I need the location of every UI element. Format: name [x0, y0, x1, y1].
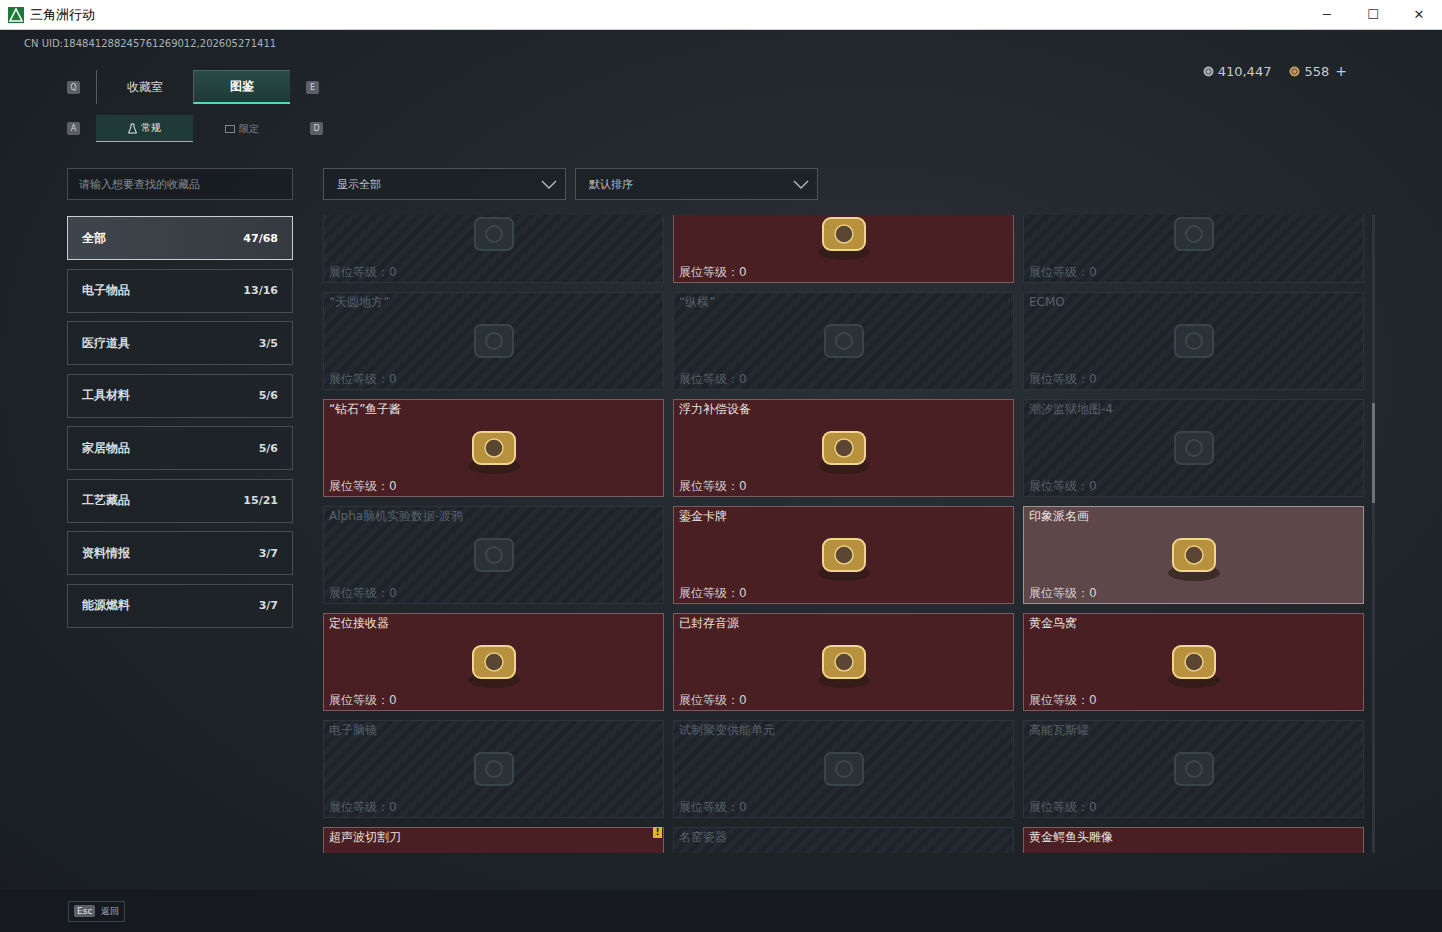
- key-hint: Q: [67, 81, 80, 94]
- item-icon: [459, 311, 529, 371]
- item-icon: [1159, 311, 1229, 371]
- filter-dropdown[interactable]: 显示全部: [323, 168, 566, 200]
- coin-icon: [1289, 66, 1300, 77]
- window-control-button[interactable]: ✕: [1396, 7, 1442, 22]
- collection-card[interactable]: 展位等级：0: [673, 215, 1014, 283]
- collection-card[interactable]: 超声波切割刀 !: [323, 827, 664, 853]
- item-icon: [1159, 632, 1229, 692]
- collection-card[interactable]: “钻石”鱼子酱 展位等级：0: [323, 399, 664, 497]
- sub-tab[interactable]: 限定: [193, 115, 290, 142]
- item-icon: [459, 418, 529, 478]
- collection-screen: CN UID:184841288245761269012,20260527141…: [0, 30, 1442, 890]
- category-item[interactable]: 全部47/68: [67, 216, 293, 260]
- search-field[interactable]: 请输入想要查找的收藏品: [67, 168, 293, 200]
- collection-card[interactable]: 高能瓦斯罐 展位等级：0: [1023, 720, 1364, 818]
- collection-card[interactable]: 电子脑镜 展位等级：0: [323, 720, 664, 818]
- item-icon: [459, 215, 529, 264]
- collection-card[interactable]: 黄金鳄鱼头雕像: [1023, 827, 1364, 853]
- item-icon: [459, 525, 529, 585]
- regular-icon: [128, 123, 137, 134]
- item-icon: [809, 632, 879, 692]
- uid-label: CN UID:184841288245761269012,20260527141…: [24, 37, 1442, 51]
- collection-card[interactable]: 试制聚变供能单元 展位等级：0: [673, 720, 1014, 818]
- collection-card[interactable]: 展位等级：0: [323, 215, 664, 283]
- item-icon: [1159, 739, 1229, 799]
- item-icon: [1159, 215, 1229, 264]
- currency-bar: 410,447 558 +: [1203, 60, 1442, 82]
- item-icon: [1159, 846, 1229, 853]
- key-hint: A: [67, 122, 80, 135]
- window-control-button[interactable]: ☐: [1350, 7, 1396, 22]
- add-currency-button[interactable]: +: [1335, 63, 1347, 79]
- collection-card[interactable]: Alpha脑机实验数据-渡鸦 展位等级：0: [323, 506, 664, 604]
- scrollbar[interactable]: [1372, 215, 1375, 853]
- collection-card[interactable]: 印象派名画 展位等级：0: [1023, 506, 1364, 604]
- collection-card[interactable]: “纵横” 展位等级：0: [673, 292, 1014, 390]
- main-tab[interactable]: 图鉴: [193, 70, 290, 104]
- collection-card[interactable]: “天圆地方” 展位等级：0: [323, 292, 664, 390]
- limited-icon: [225, 124, 235, 134]
- collection-card[interactable]: 名窑瓷器: [673, 827, 1014, 853]
- footer-bar: Esc 返回: [0, 890, 1442, 932]
- filter-dropdown[interactable]: 默认排序: [575, 168, 818, 200]
- collection-grid: 展位等级：0 展位等级：0 展位等级：0 “天圆地方” 展位等级：0 “纵横” …: [323, 215, 1372, 853]
- item-icon: [809, 846, 879, 853]
- collection-card[interactable]: 已封存音源 展位等级：0: [673, 613, 1014, 711]
- category-item[interactable]: 电子物品13/16: [67, 269, 293, 313]
- chevron-down-icon: [793, 180, 809, 189]
- item-icon: [1159, 418, 1229, 478]
- window-control-button[interactable]: ─: [1304, 7, 1350, 22]
- collection-card[interactable]: ECMO 展位等级：0: [1023, 292, 1364, 390]
- item-icon: [1159, 525, 1229, 585]
- back-button[interactable]: Esc 返回: [68, 901, 125, 922]
- category-item[interactable]: 能源燃料3/7: [67, 584, 293, 628]
- collection-card[interactable]: 浮力补偿设备 展位等级：0: [673, 399, 1014, 497]
- item-icon: [459, 846, 529, 853]
- collection-card[interactable]: 展位等级：0: [1023, 215, 1364, 283]
- category-item[interactable]: 医疗道具3/5: [67, 321, 293, 365]
- item-icon: [809, 418, 879, 478]
- currency: 410,447: [1203, 64, 1272, 79]
- sub-tabs: A 常规 限定 D: [67, 115, 1442, 142]
- collection-card[interactable]: 潮汐监狱地图-4 展位等级：0: [1023, 399, 1364, 497]
- item-icon: [809, 215, 879, 264]
- coin-icon: [1203, 66, 1214, 77]
- item-icon: [459, 739, 529, 799]
- item-icon: [459, 632, 529, 692]
- game-logo-icon: [8, 7, 24, 23]
- window-title: 三角洲行动: [30, 6, 95, 24]
- item-icon: [809, 311, 879, 371]
- chevron-down-icon: [541, 180, 557, 189]
- key-hint: E: [306, 81, 319, 94]
- main-tabs: Q 收藏室图鉴 E: [67, 70, 319, 104]
- item-icon: [809, 739, 879, 799]
- collection-card[interactable]: 鎏金卡牌 展位等级：0: [673, 506, 1014, 604]
- game-window: 三角洲行动 ─☐✕ CN UID:184841288245761269012,2…: [0, 0, 1442, 932]
- item-icon: [809, 525, 879, 585]
- category-list: 全部47/68 电子物品13/16 医疗道具3/5 工具材料5/6 家居物品5/6 工艺藏…: [67, 216, 293, 628]
- key-hint: D: [310, 122, 323, 135]
- category-item[interactable]: 家居物品5/6: [67, 426, 293, 470]
- category-item[interactable]: 工具材料5/6: [67, 374, 293, 418]
- sub-tab[interactable]: 常规: [96, 115, 193, 142]
- category-item[interactable]: 工艺藏品15/21: [67, 479, 293, 523]
- category-item[interactable]: 资料情报3/7: [67, 531, 293, 575]
- new-badge: !: [653, 827, 662, 838]
- title-bar: 三角洲行动 ─☐✕: [0, 0, 1442, 30]
- main-tab[interactable]: 收藏室: [96, 70, 193, 104]
- collection-card[interactable]: 定位接收器 展位等级：0: [323, 613, 664, 711]
- collection-card[interactable]: 黄金鸟窝 展位等级：0: [1023, 613, 1364, 711]
- currency: 558: [1289, 64, 1329, 79]
